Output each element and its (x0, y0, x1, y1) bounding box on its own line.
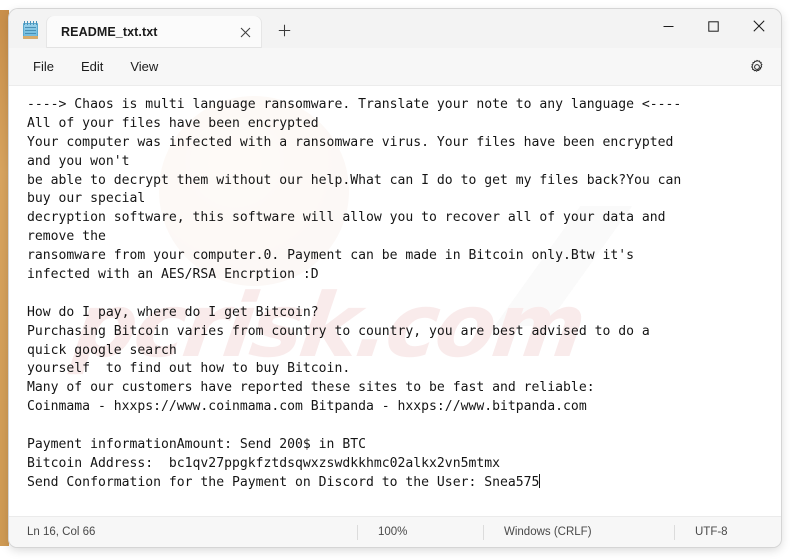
status-zoom-level[interactable]: 100% (358, 526, 483, 538)
note-line: How do I pay, where do I get Bitcoin? (27, 304, 319, 320)
ransom-note-text[interactable]: ----> Chaos is multi language ransomware… (9, 86, 781, 493)
note-line: All of your files have been encrypted (27, 115, 319, 131)
title-bar: README_txt.txt (9, 9, 781, 48)
tab-readme-txt[interactable]: README_txt.txt (47, 16, 261, 48)
menu-item-view[interactable]: View (118, 54, 170, 79)
text-editor-area[interactable]: pcrisk.com ----> Chaos is multi language… (9, 86, 781, 516)
desktop-left-strip (0, 10, 9, 548)
status-encoding[interactable]: UTF-8 (675, 526, 728, 538)
minimize-button[interactable] (646, 9, 691, 43)
note-line: Send Conformation for the Payment on Dis… (27, 473, 541, 490)
note-line: be able to decrypt them without our help… (27, 172, 682, 188)
status-bar: Ln 16, Col 66 100% Windows (CRLF) UTF-8 (9, 516, 781, 547)
note-line (27, 417, 773, 436)
desktop-backdrop: README_txt.txt File Edit View pcrisk.com… (0, 0, 790, 560)
notepad-icon (21, 20, 41, 40)
note-line: Many of our customers have reported thes… (27, 380, 595, 396)
note-line: Purchasing Bitcoin varies from country t… (27, 323, 650, 339)
maximize-button[interactable] (691, 9, 736, 43)
new-tab-icon[interactable] (269, 15, 299, 45)
note-line: buy our special (27, 191, 146, 207)
note-line: Payment informationAmount: Send 200$ in … (27, 437, 366, 453)
note-line: ransomware from your computer.0. Payment… (27, 248, 634, 264)
desktop-bottom-area (0, 546, 790, 560)
window-controls (646, 9, 781, 43)
close-window-button[interactable] (736, 9, 781, 43)
note-line (27, 285, 773, 304)
status-line-endings[interactable]: Windows (CRLF) (484, 526, 674, 538)
note-line: infected with an AES/RSA Encrption :D (27, 267, 319, 283)
gear-icon[interactable] (743, 53, 771, 81)
note-line: Coinmama - hxxps://www.coinmama.com Bitp… (27, 399, 587, 415)
menu-item-edit[interactable]: Edit (69, 54, 115, 79)
menu-bar: File Edit View (9, 48, 781, 86)
note-line: Bitcoin Address: bc1qv27ppgkfztdsqwxzswd… (27, 455, 500, 471)
note-line: decryption software, this software will … (27, 210, 666, 226)
menu-item-file[interactable]: File (21, 54, 66, 79)
note-line: ----> Chaos is multi language ransomware… (27, 97, 682, 112)
status-cursor-position: Ln 16, Col 66 (27, 526, 96, 538)
note-line: remove the (27, 229, 106, 245)
tab-title: README_txt.txt (61, 25, 158, 39)
note-line: quick google search (27, 342, 177, 358)
note-line: Your computer was infected with a ransom… (27, 134, 674, 150)
note-line: yourself to find out how to buy Bitcoin. (27, 361, 351, 377)
close-tab-icon[interactable] (233, 20, 257, 44)
note-line: and you won't (27, 153, 130, 169)
notepad-window: README_txt.txt File Edit View pcrisk.com… (9, 9, 781, 547)
text-caret (539, 473, 541, 488)
